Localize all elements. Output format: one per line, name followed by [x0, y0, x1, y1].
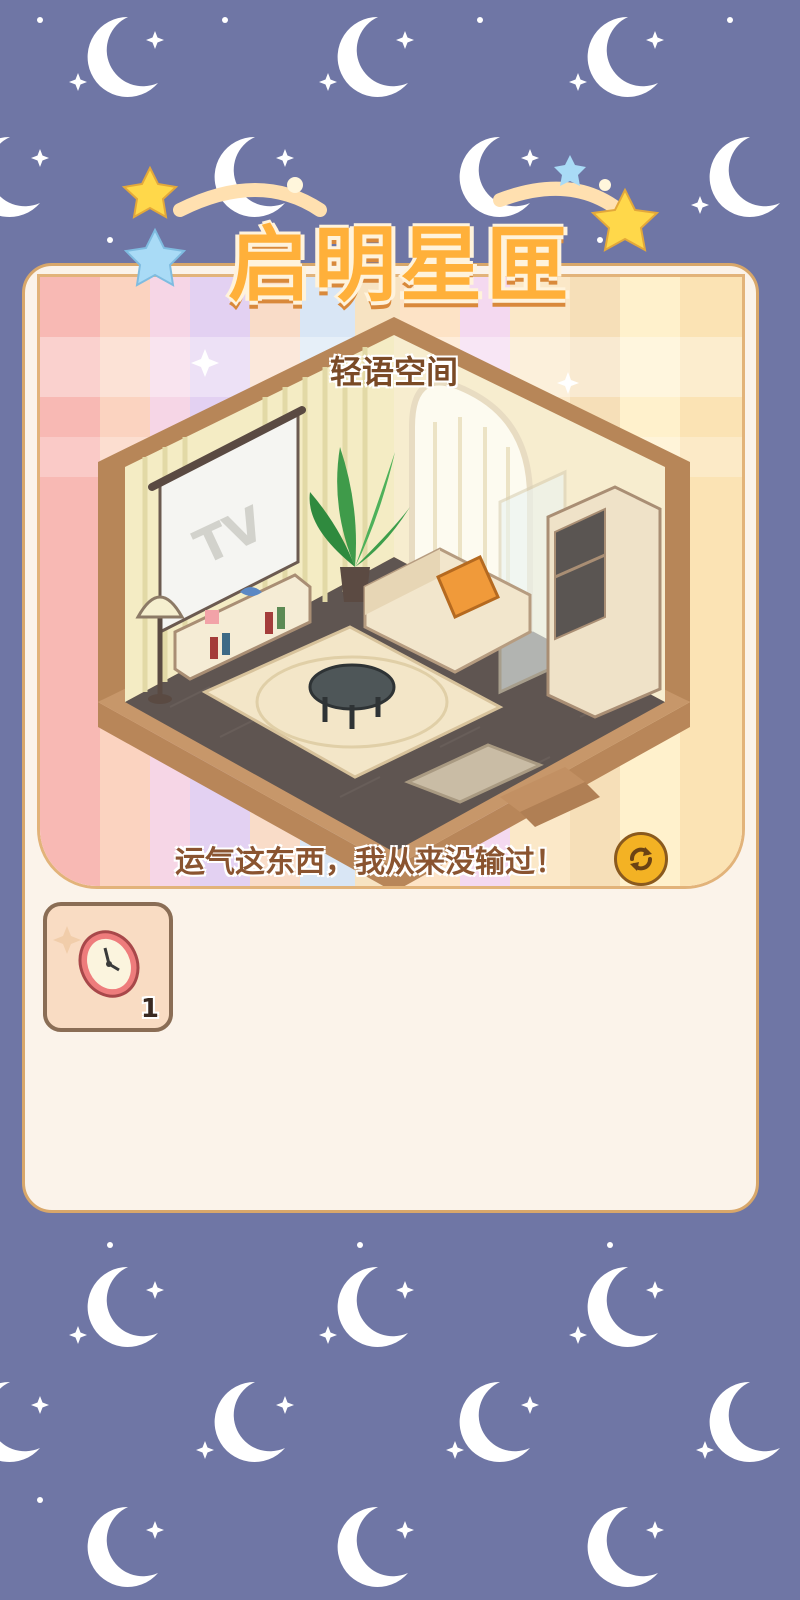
- title-banner: 启明星匣: [120, 150, 680, 320]
- refresh-button[interactable]: [614, 832, 668, 886]
- banner-title: 启明星匣: [227, 218, 572, 313]
- refresh-icon: [630, 847, 652, 871]
- room-panel: TV 轻语空间 运气这东西，我从来没输过！ 1: [22, 263, 759, 1213]
- room-scene: TV 轻语空间 运气这东西，我从来没输过！: [37, 274, 745, 889]
- star-icon: [554, 155, 586, 186]
- room-name-label: 轻语空间: [329, 353, 458, 391]
- room-quote-text: 运气这东西，我从来没输过！: [175, 845, 565, 880]
- item-count: 1: [140, 994, 159, 1024]
- inventory-slot-wall-clock[interactable]: 1: [43, 902, 173, 1032]
- glass-cabinet: [546, 485, 662, 719]
